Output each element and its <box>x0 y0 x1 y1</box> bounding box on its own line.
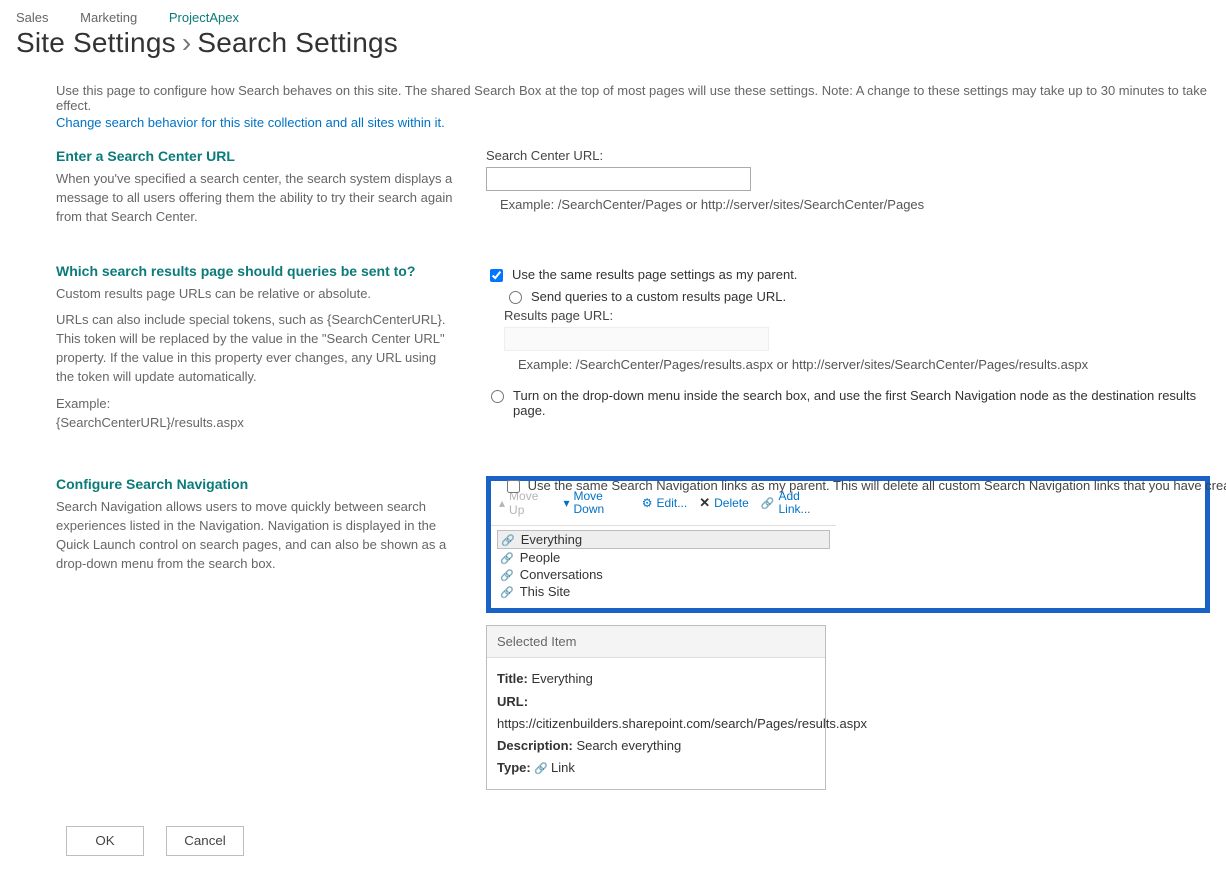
link-icon <box>500 567 514 582</box>
s2-desc4: {SearchCenterURL}/results.aspx <box>56 414 456 433</box>
sel-url: https://citizenbuilders.sharepoint.com/s… <box>497 716 867 731</box>
change-behavior-link[interactable]: Change search behavior for this site col… <box>56 115 1210 130</box>
nav-list: Everything People Conversations This Sit… <box>491 526 836 608</box>
s2-desc1: Custom results page URLs can be relative… <box>56 285 456 304</box>
link-icon <box>501 532 515 547</box>
sel-title: Everything <box>531 671 592 686</box>
breadcrumb: Sales Marketing ProjectApex <box>16 10 1210 25</box>
use-parent-nav-label: Use the same Search Navigation links as … <box>528 478 1226 493</box>
s1-desc: When you've specified a search center, t… <box>56 170 456 227</box>
s3-title: Configure Search Navigation <box>56 476 456 492</box>
close-icon: ✕ <box>699 495 710 511</box>
link-icon <box>534 760 551 775</box>
custom-results-radio[interactable] <box>509 291 522 304</box>
gear-icon <box>642 496 653 510</box>
use-parent-nav-checkbox[interactable] <box>507 480 520 493</box>
delete-button[interactable]: ✕Delete <box>695 493 753 513</box>
cancel-button[interactable]: Cancel <box>166 826 244 856</box>
nav-item-conversations[interactable]: Conversations <box>497 566 830 583</box>
s2-desc2: URLs can also include special tokens, su… <box>56 311 456 386</box>
link-icon <box>500 550 514 565</box>
crumb-projectapex[interactable]: ProjectApex <box>169 10 239 25</box>
page-title: Site Settings›Search Settings <box>16 27 1210 59</box>
selected-item-box: Selected Item Title: Everything URL:http… <box>486 625 826 789</box>
sel-type: Link <box>551 760 575 775</box>
s3-desc: Search Navigation allows users to move q… <box>56 498 456 573</box>
sel-desc: Search everything <box>576 738 681 753</box>
s1-example: Example: /SearchCenter/Pages or http://s… <box>500 197 1210 212</box>
selected-item-header: Selected Item <box>487 626 825 658</box>
arrow-up-icon: ▴ <box>499 496 505 510</box>
s2-title: Which search results page should queries… <box>56 263 456 279</box>
opt-use-parent: Use the same results page settings as my… <box>512 267 797 282</box>
search-center-url-input[interactable] <box>486 167 751 191</box>
s1-field-label: Search Center URL: <box>486 148 1210 163</box>
crumb-marketing[interactable]: Marketing <box>80 10 137 25</box>
nav-item-people[interactable]: People <box>497 549 830 566</box>
opt-dropdown: Turn on the drop-down menu inside the se… <box>513 388 1210 418</box>
s2-example: Example: /SearchCenter/Pages/results.asp… <box>518 357 1210 372</box>
link-icon <box>500 584 514 599</box>
link-icon <box>761 496 775 510</box>
s2-desc3: Example: <box>56 395 456 414</box>
edit-button[interactable]: Edit... <box>638 494 691 512</box>
results-url-label: Results page URL: <box>504 308 1210 323</box>
use-parent-results-checkbox[interactable] <box>490 269 503 282</box>
arrow-down-icon: ▾ <box>563 496 569 510</box>
intro-text: Use this page to configure how Search be… <box>56 83 1210 113</box>
dropdown-radio[interactable] <box>491 390 504 403</box>
nav-item-this-site[interactable]: This Site <box>497 583 830 600</box>
ok-button[interactable]: OK <box>66 826 144 856</box>
nav-item-everything[interactable]: Everything <box>497 530 830 549</box>
results-url-input <box>504 327 769 351</box>
s1-title: Enter a Search Center URL <box>56 148 456 164</box>
opt-custom-url: Send queries to a custom results page UR… <box>531 289 786 304</box>
crumb-sales[interactable]: Sales <box>16 10 49 25</box>
